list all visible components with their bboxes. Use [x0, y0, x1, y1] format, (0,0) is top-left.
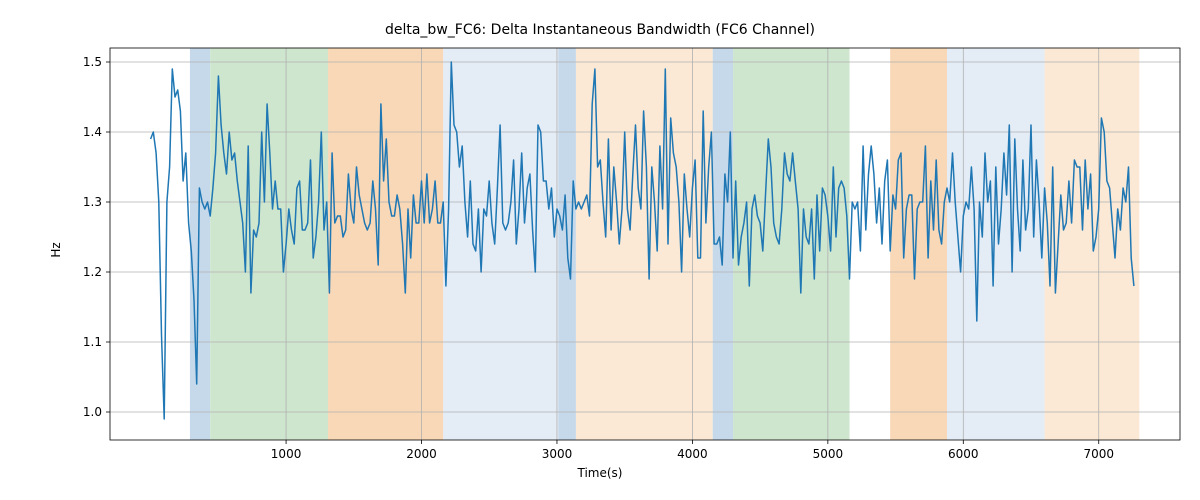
x-tick-label: 6000	[948, 447, 979, 461]
background-band	[190, 48, 210, 440]
y-tick-label: 1.5	[83, 55, 102, 69]
x-tick-label: 4000	[677, 447, 708, 461]
y-tick-label: 1.3	[83, 195, 102, 209]
background-band	[443, 48, 558, 440]
x-tick-label: 2000	[406, 447, 437, 461]
x-tick-label: 3000	[542, 447, 573, 461]
x-tick-label: 1000	[271, 447, 302, 461]
y-tick-label: 1.4	[83, 125, 102, 139]
y-tick-label: 1.2	[83, 265, 102, 279]
y-tick-label: 1.1	[83, 335, 102, 349]
chart-svg: 1000 2000 3000 4000 5000 6000 7000 1.0 1.1 1.2 1.…	[0, 0, 1200, 500]
background-band	[850, 48, 891, 440]
background-band	[890, 48, 947, 440]
x-tick-label: 5000	[813, 447, 844, 461]
x-tick-label: 7000	[1083, 447, 1114, 461]
background-band	[210, 48, 328, 440]
background-band	[328, 48, 443, 440]
y-tick-label: 1.0	[83, 405, 102, 419]
